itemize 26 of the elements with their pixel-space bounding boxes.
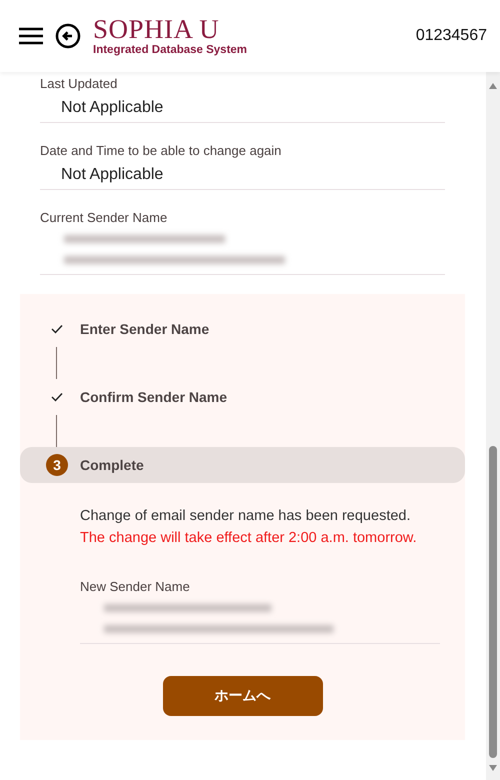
step-label: Confirm Sender Name xyxy=(80,389,228,405)
scroll-up-icon xyxy=(488,82,498,90)
field-label: Date and Time to be able to change again xyxy=(40,143,282,159)
check-icon xyxy=(51,324,63,334)
back-button[interactable] xyxy=(55,23,81,49)
field-label: Current Sender Name xyxy=(40,210,168,226)
step-label: Complete xyxy=(80,457,144,473)
logo-subtitle: Integrated Database System xyxy=(93,43,248,57)
menu-icon xyxy=(19,27,43,45)
check-icon xyxy=(51,392,63,402)
logo-title: SOPHIA U xyxy=(93,15,220,43)
step-number: 3 xyxy=(46,454,68,476)
user-id: 01234567 xyxy=(416,27,487,45)
field-value: Not Applicable xyxy=(61,98,164,118)
home-button[interactable]: ホームへ xyxy=(162,676,322,716)
back-icon xyxy=(55,23,81,49)
scroll-down-icon xyxy=(488,764,498,772)
notice-message: The change will take effect after 2:00 a.m. tomorrow. xyxy=(80,529,418,548)
scrollbar-thumb[interactable] xyxy=(489,446,497,758)
field-label: Last Updated xyxy=(40,76,118,92)
scrollbar[interactable] xyxy=(486,72,500,780)
status-message: Change of email sender name has been requested. xyxy=(80,507,412,526)
step-label: Enter Sender Name xyxy=(80,321,210,337)
field-value: Not Applicable xyxy=(61,165,164,185)
menu-button[interactable] xyxy=(19,27,43,45)
field-label: New Sender Name xyxy=(80,579,191,595)
